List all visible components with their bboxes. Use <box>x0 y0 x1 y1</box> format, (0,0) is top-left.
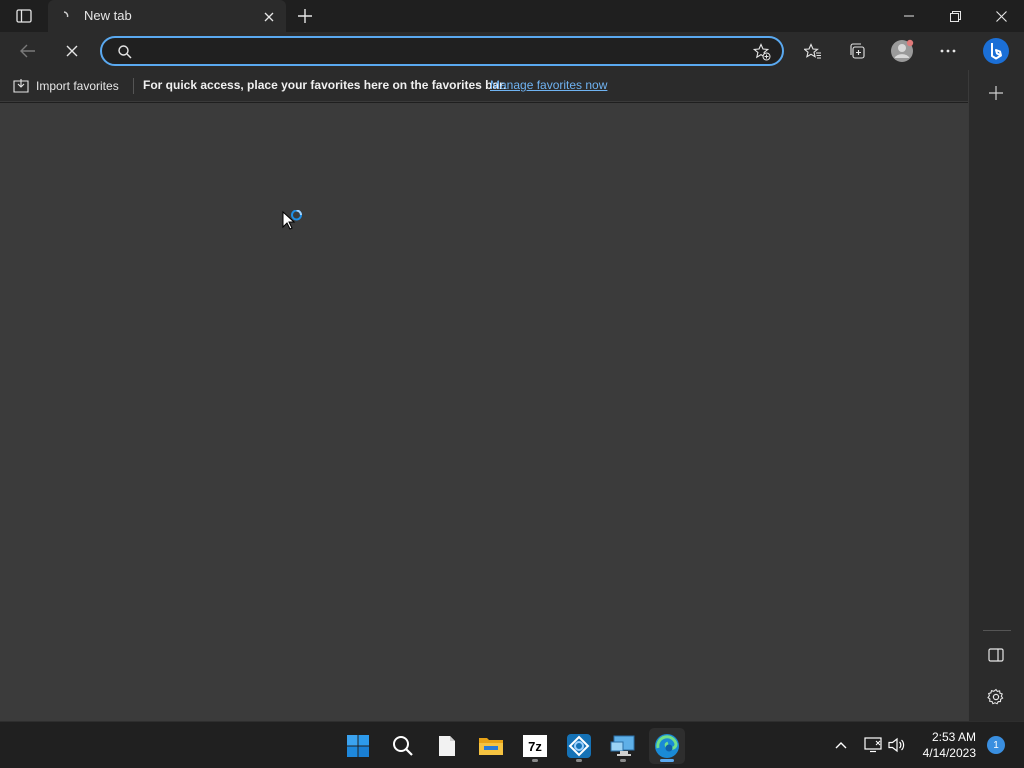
taskbar-search-button[interactable] <box>385 728 421 764</box>
more-menu-icon[interactable] <box>934 38 962 64</box>
minimize-button[interactable] <box>890 4 928 28</box>
running-indicator <box>620 759 626 762</box>
profile-avatar[interactable] <box>888 37 916 65</box>
running-indicator <box>532 759 538 762</box>
import-favorites-label: Import favorites <box>36 79 119 93</box>
title-bar: New tab <box>0 0 1024 32</box>
add-sidebar-app-icon[interactable] <box>983 80 1009 106</box>
notification-badge[interactable]: 1 <box>987 736 1005 754</box>
favorites-divider <box>133 78 134 94</box>
close-tab-icon[interactable] <box>260 8 278 26</box>
import-favorites-icon <box>13 79 29 93</box>
tab-title: New tab <box>84 8 132 23</box>
tab-new-tab[interactable]: New tab <box>48 0 286 32</box>
favorites-bar: Import favorites For quick access, place… <box>0 70 968 102</box>
network-app-icon <box>567 734 591 758</box>
taskbar-notepad-button[interactable] <box>429 728 465 764</box>
hide-sidebar-icon[interactable] <box>983 642 1009 668</box>
edge-icon <box>655 734 679 758</box>
add-favorite-icon[interactable] <box>750 41 774 63</box>
favorites-icon[interactable] <box>800 38 826 64</box>
network-icon[interactable] <box>862 734 884 756</box>
document-icon <box>439 736 455 756</box>
taskbar-remote-desktop-button[interactable] <box>605 728 641 764</box>
taskbar: 7z 2:53 AM 4/14/2023 1 <box>0 721 1024 768</box>
running-indicator <box>576 759 582 762</box>
show-hidden-icons-button[interactable] <box>832 736 850 754</box>
back-button[interactable] <box>14 38 42 64</box>
taskbar-app-button[interactable] <box>561 728 597 764</box>
busy-cursor-icon <box>281 210 309 238</box>
7zip-label: 7z <box>528 738 542 754</box>
clock-time[interactable]: 2:53 AM <box>896 730 976 744</box>
toolbar <box>0 32 1024 70</box>
remote-desktop-icon <box>610 735 635 756</box>
search-icon <box>393 736 413 756</box>
collections-icon[interactable] <box>844 38 870 64</box>
taskbar-file-explorer-button[interactable] <box>473 728 509 764</box>
import-favorites-button[interactable]: Import favorites <box>12 75 119 97</box>
page-content[interactable] <box>0 103 968 721</box>
7zip-icon: 7z <box>523 735 547 757</box>
search-icon <box>116 43 134 61</box>
tab-actions-icon[interactable] <box>12 6 36 26</box>
close-window-button[interactable] <box>982 4 1020 28</box>
restore-button[interactable] <box>936 4 974 28</box>
bing-chat-icon[interactable] <box>980 35 1012 67</box>
windows-logo-icon <box>347 735 369 757</box>
active-indicator <box>660 759 674 762</box>
clock-date[interactable]: 4/14/2023 <box>896 746 976 760</box>
favorites-bar-message: For quick access, place your favorites h… <box>143 78 507 92</box>
address-bar[interactable] <box>100 36 784 66</box>
sidebar-settings-icon[interactable] <box>983 684 1009 710</box>
notification-count: 1 <box>993 739 999 751</box>
sidebar-divider <box>983 630 1011 631</box>
edge-sidebar <box>968 70 1024 721</box>
folder-icon <box>479 738 503 755</box>
taskbar-7zip-button[interactable]: 7z <box>517 728 553 764</box>
taskbar-edge-button[interactable] <box>649 728 685 764</box>
new-tab-button[interactable] <box>294 5 316 27</box>
manage-favorites-link[interactable]: Manage favorites now <box>490 78 607 92</box>
stop-loading-button[interactable] <box>58 38 86 64</box>
start-button[interactable] <box>340 728 376 764</box>
loading-spinner-icon <box>56 8 72 24</box>
address-input[interactable] <box>140 43 740 61</box>
